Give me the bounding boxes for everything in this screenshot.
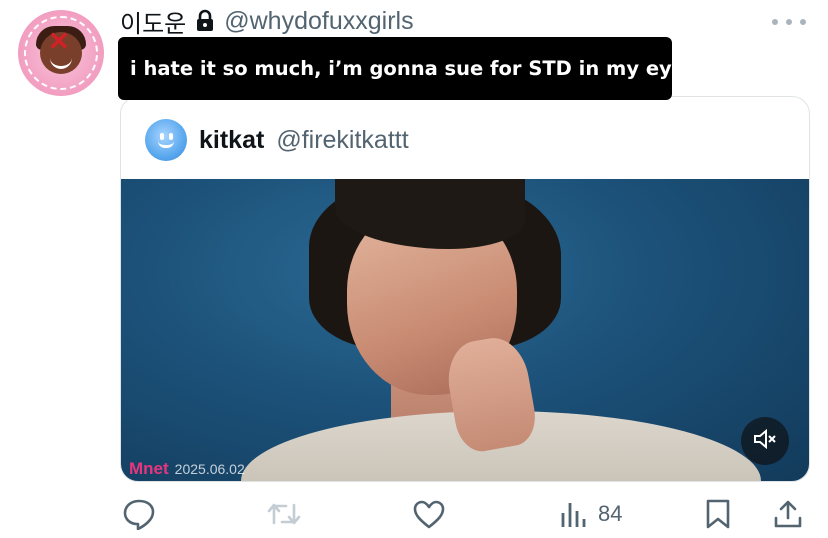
author-handle[interactable]: @whydofuxxgirls bbox=[224, 7, 413, 36]
share-button[interactable] bbox=[772, 496, 804, 532]
more-dot bbox=[800, 19, 806, 25]
quoted-media-video[interactable]: Mnet 2025.06.02 bbox=[121, 179, 809, 481]
retweet-button[interactable] bbox=[266, 496, 302, 532]
quoted-handle[interactable]: @firekitkattt bbox=[276, 126, 408, 155]
more-options-icon[interactable] bbox=[772, 12, 806, 32]
avatar-mouth bbox=[158, 141, 174, 148]
avatar[interactable]: ✕ bbox=[18, 10, 104, 96]
more-dot bbox=[786, 19, 792, 25]
avatar-x-mark: ✕ bbox=[48, 26, 70, 56]
bookmark-icon bbox=[704, 498, 732, 530]
lock-icon bbox=[194, 9, 216, 33]
quoted-avatar[interactable] bbox=[145, 119, 187, 161]
reply-button[interactable] bbox=[122, 496, 156, 532]
speaker-muted-icon bbox=[752, 427, 778, 456]
views-bar-chart-icon bbox=[558, 499, 590, 529]
reply-icon bbox=[122, 498, 156, 530]
watermark-date: 2025.06.02 bbox=[174, 461, 245, 477]
quoted-tweet-header: kitkat @firekitkattt bbox=[145, 119, 409, 161]
views-button[interactable]: 84 bbox=[558, 496, 622, 532]
quoted-display-name[interactable]: kitkat bbox=[199, 126, 264, 155]
mnet-logo: Mnet bbox=[129, 459, 169, 478]
tweet-header: 이도운 @whydofuxxgirls bbox=[120, 4, 414, 38]
more-dot bbox=[772, 19, 778, 25]
retweet-icon bbox=[266, 499, 302, 529]
tweet: ✕ 이도운 @whydofuxxgirls i hate it so much,… bbox=[0, 0, 828, 538]
mute-button[interactable] bbox=[741, 417, 789, 465]
views-count: 84 bbox=[598, 501, 623, 526]
bookmark-button[interactable] bbox=[704, 496, 732, 532]
author-display-name[interactable]: 이도운 bbox=[120, 4, 186, 39]
avatar-eye bbox=[169, 133, 173, 140]
tweet-actions: 84 bbox=[120, 492, 810, 536]
heart-icon bbox=[412, 499, 446, 529]
like-button[interactable] bbox=[412, 496, 446, 532]
tweet-caption: i hate it so much, i’m gonna sue for STD… bbox=[118, 37, 697, 100]
media-watermark: Mnet 2025.06.02 bbox=[129, 459, 245, 479]
share-icon bbox=[772, 498, 804, 530]
quoted-tweet-card[interactable]: kitkat @firekitkattt Mnet 2025.06.02 bbox=[120, 96, 810, 482]
avatar-eye bbox=[160, 133, 164, 140]
